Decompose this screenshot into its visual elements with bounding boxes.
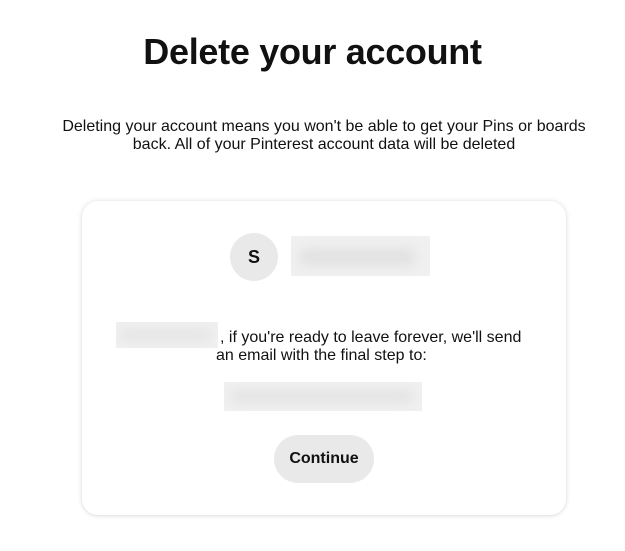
delete-account-page: Delete your account Deleting your accoun… xyxy=(0,0,625,551)
avatar-initial: S xyxy=(247,246,260,267)
message-line-2: an email with the final step to: xyxy=(216,347,427,364)
page-title: Delete your account xyxy=(143,31,482,72)
message-line-1: , if you're ready to leave forever, we'l… xyxy=(220,329,522,346)
continue-button[interactable]: Continue xyxy=(274,435,374,483)
redacted-username xyxy=(291,236,430,276)
redacted-name xyxy=(116,322,218,348)
account-card: S , if you're ready to leave forever, we… xyxy=(82,201,566,515)
redacted-email xyxy=(224,382,422,411)
page-subtitle: Deleting your account means you won't be… xyxy=(62,118,586,153)
deletion-message: , if you're ready to leave forever, we'l… xyxy=(216,329,536,365)
avatar: S xyxy=(230,233,278,281)
